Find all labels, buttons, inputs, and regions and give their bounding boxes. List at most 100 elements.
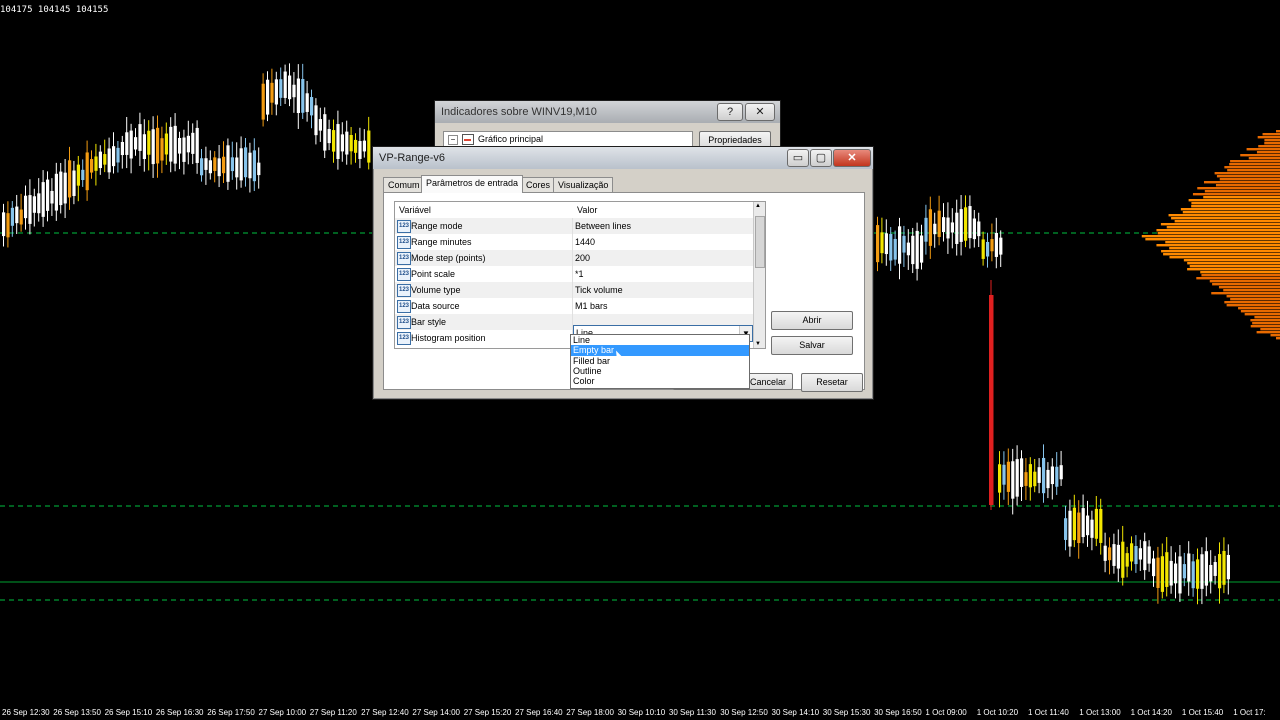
parameter-value[interactable]: 1440 [575, 234, 595, 250]
candle-body [19, 209, 23, 225]
dropdown-option[interactable]: Color [571, 376, 749, 386]
candle-body [327, 128, 331, 144]
time-axis-label: 1 Oct 17: [1233, 708, 1266, 717]
parameter-value[interactable]: Tick volume [575, 282, 623, 298]
tree-item-main-chart[interactable]: − Gráfico principal [448, 134, 543, 146]
parameter-row[interactable]: 123 Range minutes 1440 [395, 234, 753, 250]
volume-histogram-bar [1169, 247, 1280, 250]
help-button[interactable]: ? [717, 103, 743, 121]
candle-body [1108, 547, 1112, 561]
column-header-value[interactable]: Valor [577, 202, 597, 218]
candle-body [345, 131, 349, 155]
parameter-row[interactable]: 123 Mode step (points) 200 [395, 250, 753, 266]
volume-histogram-bar [1276, 130, 1280, 133]
candle-body [1204, 551, 1208, 586]
volume-histogram-bar [1156, 244, 1280, 247]
save-button[interactable]: Salvar [771, 336, 853, 355]
column-divider [572, 250, 573, 266]
candle-body [1055, 466, 1059, 487]
time-axis: 26 Sep 12:30 26 Sep 13:50 26 Sep 15:10 26 S… [0, 708, 1280, 720]
candle-body [1174, 563, 1178, 584]
dialog-title: VP-Range-v6 [379, 152, 446, 164]
candle-body [37, 193, 41, 214]
tab-cores[interactable]: Cores [521, 177, 556, 192]
chart-icon [462, 134, 474, 146]
column-divider [572, 282, 573, 298]
parameter-name: Bar style [411, 317, 447, 327]
candle-body [283, 71, 287, 98]
dropdown-option[interactable]: Filled bar [571, 356, 749, 366]
tab-visualizacao[interactable]: Visualização [553, 177, 614, 192]
parameter-row[interactable]: 123 Volume type Tick volume [395, 282, 753, 298]
volume-histogram-bar [1260, 328, 1280, 331]
time-axis-label: 27 Sep 14:00 [412, 708, 460, 717]
volume-histogram-bar [1212, 283, 1280, 286]
candle-body [1050, 466, 1054, 485]
parameter-row[interactable]: 123 Data source M1 bars [395, 298, 753, 314]
candle-body [999, 237, 1003, 255]
candle-body [310, 97, 314, 116]
volume-histogram-bar [1203, 196, 1280, 199]
scroll-up-icon[interactable]: ▲ [755, 203, 761, 209]
time-axis-label: 27 Sep 10:00 [258, 708, 307, 717]
bar-style-dropdown-list: Line Empty bar Filled bar Outline Color [570, 334, 750, 389]
candle-body [1068, 510, 1072, 547]
time-axis-label: 1 Oct 14:20 [1130, 708, 1172, 717]
parameter-name: Range mode [411, 221, 463, 231]
candle-body [898, 226, 902, 264]
reset-button[interactable]: Resetar [801, 373, 863, 392]
indicators-close-button[interactable]: ✕ [745, 103, 775, 121]
integer-param-icon: 123 [397, 284, 411, 297]
dropdown-option[interactable]: Empty bar [571, 345, 749, 356]
candle-body [920, 235, 924, 263]
minimize-button[interactable]: ▭ [787, 149, 809, 167]
scroll-down-icon[interactable]: ▼ [755, 341, 761, 347]
parameters-grid: Variável Valor 123 Range mode Between line… [394, 201, 766, 349]
column-header-variable[interactable]: Variável [399, 202, 431, 218]
scrollbar-thumb[interactable] [755, 216, 765, 268]
candle-body [173, 125, 177, 164]
open-button[interactable]: Abrir [771, 311, 853, 330]
candle-body [200, 158, 204, 176]
candle-body [1218, 554, 1222, 589]
candle-body [968, 206, 972, 239]
candle-body [972, 218, 976, 240]
dialog-close-button[interactable]: ✕ [833, 149, 871, 167]
time-axis-label: 27 Sep 12:40 [361, 708, 409, 717]
time-axis-label: 30 Sep 16:50 [874, 708, 922, 717]
candle-body [81, 169, 85, 181]
candle-body [1064, 518, 1068, 540]
candle-body [1042, 457, 1046, 494]
parameter-value[interactable]: 200 [575, 250, 590, 266]
volume-histogram-bar [1161, 250, 1280, 253]
volume-histogram-bar [1216, 175, 1280, 178]
volume-histogram-bar [1264, 142, 1280, 145]
candle-body [1033, 471, 1037, 487]
volume-histogram-bar [1250, 319, 1280, 322]
candle-body [54, 173, 58, 211]
dropdown-option[interactable]: Line [571, 335, 749, 345]
parameter-row[interactable]: 123 Point scale *1 [395, 266, 753, 282]
maximize-button[interactable]: ▢ [810, 149, 832, 167]
tab-parametros-de-entrada[interactable]: Parâmetros de entrada [421, 175, 524, 193]
parameter-value[interactable]: Between lines [575, 218, 631, 234]
volume-histogram-bar [1203, 181, 1280, 184]
parameter-value[interactable]: M1 bars [575, 298, 608, 314]
candle-body [72, 170, 76, 197]
volume-histogram-bar [1189, 265, 1280, 268]
integer-param-icon: 123 [397, 252, 411, 265]
tab-comum[interactable]: Comum [383, 177, 425, 192]
volume-histogram-bar [1145, 238, 1280, 241]
parameter-row[interactable]: 123 Range mode Between lines [395, 218, 753, 234]
candle-body [112, 146, 116, 167]
candle-body [942, 217, 946, 233]
candle-body [1196, 559, 1200, 589]
tree-expander-icon[interactable]: − [448, 134, 458, 145]
volume-histogram-bar [1218, 286, 1280, 289]
integer-param-icon: 123 [397, 220, 411, 233]
volume-histogram-bar [1200, 271, 1280, 274]
grid-scrollbar[interactable]: ▲ ▼ [753, 202, 765, 348]
dropdown-option[interactable]: Outline [571, 366, 749, 376]
parameter-value[interactable]: *1 [575, 266, 584, 282]
candle-body [955, 212, 959, 244]
